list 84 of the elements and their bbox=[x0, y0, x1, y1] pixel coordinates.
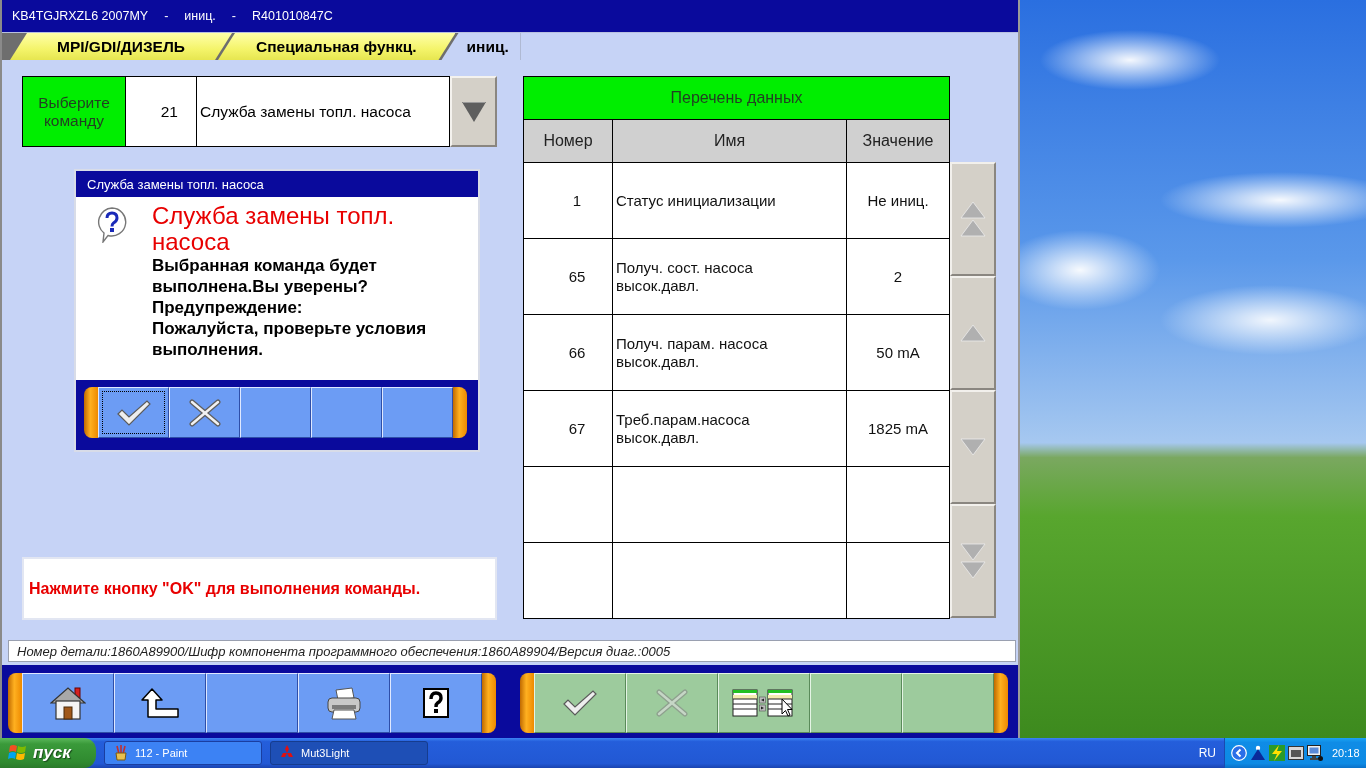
printer-icon bbox=[327, 686, 361, 720]
column-header: Имя bbox=[613, 120, 847, 163]
caret-down-icon bbox=[460, 101, 487, 122]
cross-icon bbox=[656, 689, 688, 717]
message-box: Нажмите кнопку "OK" для выполнения команды. bbox=[22, 557, 497, 620]
name-cell: Треб.парам.насоса высок.давл. bbox=[613, 391, 847, 467]
double-down-triangle-icon bbox=[960, 543, 986, 579]
status-bar: Номер детали:1860A89900/Шифр компонента программного обеспечения:1860A89904/Версия диаг.:0005 bbox=[8, 640, 1016, 662]
check-icon bbox=[116, 399, 151, 426]
command-number: 21 bbox=[126, 76, 197, 147]
dialog-title-bar: Служба замены топл. насоса bbox=[76, 171, 478, 197]
taskbar-button[interactable]: Mut3Light bbox=[270, 741, 428, 765]
question-bubble-icon bbox=[95, 207, 129, 243]
dialog-message: Выбранная команда будет выполнена.Вы уверены? bbox=[152, 255, 378, 297]
breadcrumb-tab[interactable]: иниц. bbox=[441, 33, 521, 60]
brush-cup-icon bbox=[113, 745, 129, 761]
title-text: иниц. bbox=[184, 9, 216, 23]
scroll-up-button[interactable] bbox=[950, 276, 996, 390]
down-triangle-icon bbox=[960, 438, 986, 456]
double-up-triangle-icon bbox=[960, 201, 986, 237]
name-cell: Получ. сост. насоса высок.давл. bbox=[613, 239, 847, 315]
value-cell: 1825 mA bbox=[847, 391, 950, 467]
dropdown-button[interactable] bbox=[450, 76, 497, 147]
column-header: Значение bbox=[847, 120, 950, 163]
blank-button[interactable] bbox=[206, 673, 298, 733]
title-text: - bbox=[164, 9, 169, 23]
number-cell: 66 bbox=[524, 315, 613, 391]
scroll-top-button[interactable] bbox=[950, 162, 996, 276]
title-text: KB4TGJRXZL6 2007MY bbox=[12, 9, 149, 23]
print-button[interactable] bbox=[298, 673, 390, 733]
chevron-left-icon[interactable] bbox=[1231, 745, 1247, 761]
breadcrumb-tab[interactable]: MPI/GDI/ДИЗЕЛЬ bbox=[10, 33, 232, 60]
number-cell: 67 bbox=[524, 391, 613, 467]
command-name[interactable]: Служба замены топл. насоса bbox=[197, 76, 450, 147]
end-cap bbox=[482, 673, 496, 733]
tables-cursor-icon bbox=[732, 689, 796, 717]
value-cell: 2 bbox=[847, 239, 950, 315]
cancel-button[interactable] bbox=[169, 387, 240, 438]
title-text: R401010847C bbox=[252, 9, 333, 23]
end-cap bbox=[520, 673, 534, 733]
breadcrumb-tab[interactable]: Специальная функц. bbox=[218, 33, 456, 60]
window-icon[interactable] bbox=[1288, 746, 1304, 760]
table-title: Перечень данных bbox=[524, 77, 950, 120]
taskbar-button[interactable]: 112 - Paint bbox=[104, 741, 262, 765]
start-button[interactable]: пуск bbox=[0, 738, 96, 768]
number-cell: 65 bbox=[524, 239, 613, 315]
home-icon bbox=[50, 686, 86, 720]
check-icon bbox=[563, 690, 597, 716]
blank-button[interactable] bbox=[810, 673, 902, 733]
command-label: Выберите команду bbox=[22, 76, 126, 147]
end-cap bbox=[453, 387, 467, 438]
help-button[interactable] bbox=[390, 673, 482, 733]
scroll-down-button[interactable] bbox=[950, 390, 996, 504]
language-indicator[interactable]: RU bbox=[1198, 746, 1216, 760]
value-cell: 50 mA bbox=[847, 315, 950, 391]
end-cap bbox=[994, 673, 1008, 733]
up-arrow-icon bbox=[141, 688, 179, 718]
dialog-message: Предупреждение: bbox=[152, 297, 304, 318]
up-button[interactable] bbox=[114, 673, 206, 733]
name-cell: Получ. парам. насоса высок.давл. bbox=[613, 315, 847, 391]
number-cell: 1 bbox=[524, 163, 613, 239]
ok-button[interactable] bbox=[98, 387, 169, 438]
help-icon bbox=[423, 688, 449, 718]
end-cap bbox=[8, 673, 22, 733]
figure-icon[interactable] bbox=[1250, 745, 1266, 761]
column-header: Номер bbox=[524, 120, 613, 163]
cross-icon bbox=[188, 398, 221, 427]
home-button[interactable] bbox=[22, 673, 114, 733]
name-cell: Статус инициализации bbox=[613, 163, 847, 239]
value-cell: Не иниц. bbox=[847, 163, 950, 239]
title-text: - bbox=[231, 9, 237, 23]
scroll-bottom-button[interactable] bbox=[950, 504, 996, 618]
table-select-button[interactable] bbox=[718, 673, 810, 733]
blank-button[interactable] bbox=[311, 387, 382, 438]
dialog-heading: Служба замены топл. насоса bbox=[152, 203, 396, 255]
end-cap bbox=[84, 387, 98, 438]
up-triangle-icon bbox=[960, 324, 986, 342]
blank-button[interactable] bbox=[902, 673, 994, 733]
flag-icon bbox=[8, 744, 28, 762]
monitor-icon[interactable] bbox=[1307, 745, 1323, 761]
blank-button[interactable] bbox=[382, 387, 453, 438]
blank-button[interactable] bbox=[240, 387, 311, 438]
dialog-message: Пожалуйста, проверьте условия выполнения. bbox=[152, 318, 428, 360]
clock: 20:18 bbox=[1332, 747, 1360, 759]
